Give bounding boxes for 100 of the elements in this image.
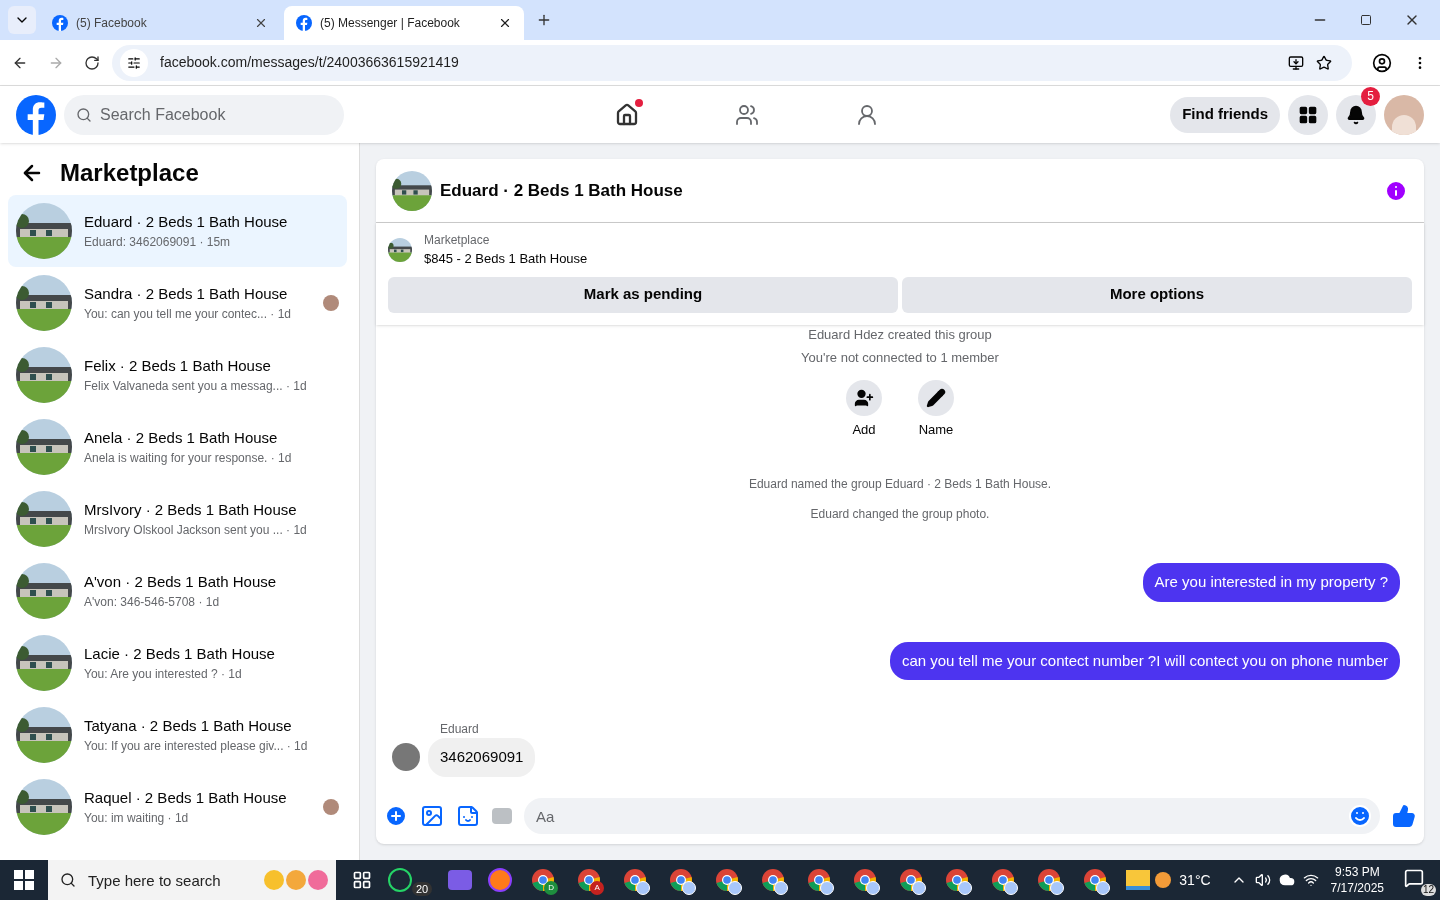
profile-icon bbox=[866, 881, 881, 895]
conversation-preview: You: im waiting · 1d bbox=[84, 810, 190, 828]
volume-icon[interactable] bbox=[1254, 872, 1271, 888]
star-icon[interactable] bbox=[1316, 54, 1332, 71]
chat-title: Eduard · 2 Beds 1 Bath House bbox=[440, 179, 684, 202]
notifications-icon[interactable] bbox=[1404, 868, 1424, 888]
profile-icon bbox=[774, 881, 789, 895]
sender-name: Eduard bbox=[440, 721, 480, 738]
conversation-preview: You: Are you interested ? · 1d bbox=[84, 666, 243, 684]
conversation-item[interactable]: Tatyana · 2 Beds 1 Bath House You: If you are interested please giv... · 1d bbox=[8, 699, 347, 771]
listing-label: Marketplace bbox=[424, 232, 491, 249]
maximize-icon[interactable] bbox=[1360, 14, 1372, 26]
search-icon bbox=[60, 872, 76, 888]
windows-icon[interactable] bbox=[14, 870, 34, 890]
conversation-item[interactable]: Sandra · 2 Beds 1 Bath House You: can you tell me your contec... · 1d bbox=[8, 267, 347, 339]
conversation-item[interactable]: Eduard · 2 Beds 1 Bath House Eduard: 3462069091 · 15m bbox=[8, 195, 347, 267]
incoming-message: 3462069091 bbox=[428, 738, 536, 777]
outgoing-message: Are you interested in my property ? bbox=[1142, 563, 1400, 602]
app-icon[interactable] bbox=[448, 870, 473, 890]
taskbar-search-field[interactable]: Type here to search bbox=[48, 860, 336, 900]
image-icon[interactable] bbox=[420, 804, 444, 828]
group-event: You're not connected to 1 member bbox=[801, 349, 999, 367]
conversation-preview: A'von: 346-546-5708 · 1d bbox=[84, 594, 221, 612]
conversation-title: Eduard · 2 Beds 1 Bath House bbox=[84, 211, 289, 232]
home-icon bbox=[615, 102, 640, 127]
site-settings-icon[interactable] bbox=[127, 55, 141, 70]
conversation-item[interactable]: Lacie · 2 Beds 1 Bath House You: Are you interested ? · 1d bbox=[8, 627, 347, 699]
conversation-item[interactable]: Anela · 2 Beds 1 Bath House Anela is waiting for your response. · 1d bbox=[8, 411, 347, 483]
conversation-title: Sandra · 2 Beds 1 Bath House bbox=[84, 283, 289, 304]
conversation-title: Raquel · 2 Beds 1 Bath House bbox=[84, 787, 288, 808]
profile-icon bbox=[728, 881, 743, 895]
close-icon[interactable] bbox=[498, 16, 512, 30]
add-person-button[interactable] bbox=[846, 379, 882, 416]
listing-action-button[interactable]: More options bbox=[902, 276, 1412, 313]
notification-count: 5 bbox=[1361, 86, 1380, 106]
temperature: 31°C bbox=[1179, 870, 1211, 890]
emoji-drawing bbox=[264, 868, 328, 892]
close-icon[interactable] bbox=[254, 16, 268, 30]
group-action-label: Name bbox=[917, 420, 955, 439]
like-icon[interactable] bbox=[1392, 804, 1416, 828]
sidebar-title: Marketplace bbox=[60, 158, 199, 188]
sticker-icon[interactable] bbox=[456, 804, 480, 828]
rename-button[interactable] bbox=[918, 379, 954, 416]
task-view-icon[interactable] bbox=[352, 870, 372, 890]
tab-title: (5) Facebook bbox=[76, 15, 148, 32]
conversation-title: Anela · 2 Beds 1 Bath House bbox=[84, 427, 279, 448]
message-field[interactable]: Aa bbox=[524, 798, 1380, 834]
install-icon[interactable] bbox=[1288, 54, 1304, 71]
conversation-title: A'von · 2 Beds 1 Bath House bbox=[84, 571, 278, 592]
conversation-title: MrsIvory · 2 Beds 1 Bath House bbox=[84, 499, 298, 520]
conversation-item[interactable]: A'von · 2 Beds 1 Bath House A'von: 346-546-5708 · 1d bbox=[8, 555, 347, 627]
conversation-preview: You: If you are interested please giv... · 1d bbox=[84, 738, 309, 756]
conversation-preview: Felix Valvaneda sent you a messag... · 1d bbox=[84, 378, 308, 396]
bell-icon bbox=[1346, 104, 1366, 125]
browser-tab[interactable]: (5) Facebook bbox=[40, 6, 280, 40]
conversation-preview: Eduard: 3462069091 · 15m bbox=[84, 234, 232, 252]
listing-action-button[interactable]: Mark as pending bbox=[388, 276, 898, 313]
profile-badge: A bbox=[590, 881, 605, 895]
sender-avatar bbox=[392, 743, 420, 772]
tab-title: (5) Messenger | Facebook bbox=[320, 15, 461, 32]
add-person-icon bbox=[854, 387, 874, 408]
profile-icon bbox=[682, 881, 697, 895]
facebook-icon bbox=[296, 15, 312, 31]
outgoing-message: can you tell me your contect number ?I will contect you on phone number bbox=[889, 641, 1400, 680]
search-field[interactable]: Search Facebook bbox=[64, 94, 344, 135]
profile-icon[interactable] bbox=[1372, 52, 1392, 73]
conversation-item[interactable]: MrsIvory · 2 Beds 1 Bath House MrsIvory Olskool Jackson sent you ... · 1d bbox=[8, 483, 347, 555]
conversation-item[interactable]: Raquel · 2 Beds 1 Bath House You: im waiting · 1d bbox=[8, 771, 347, 843]
new-tab-icon[interactable] bbox=[536, 12, 552, 28]
reload-icon[interactable] bbox=[84, 54, 100, 71]
group-action-label: Add bbox=[851, 420, 877, 439]
pencil-icon bbox=[926, 387, 946, 408]
cloud-icon[interactable] bbox=[1278, 872, 1295, 888]
address-bar[interactable]: facebook.com/messages/t/24003663615921419 bbox=[112, 44, 1352, 81]
group-event: Eduard Hdez created this group bbox=[808, 325, 992, 344]
tab-list-button[interactable] bbox=[8, 6, 36, 34]
plus-icon[interactable] bbox=[384, 804, 408, 828]
find-friends-button[interactable]: Find friends bbox=[1170, 96, 1280, 133]
conversation-preview: You: can you tell me your contec... · 1d bbox=[84, 306, 292, 324]
conversation-title: Tatyana · 2 Beds 1 Bath House bbox=[84, 715, 293, 736]
facebook-logo[interactable] bbox=[16, 94, 56, 135]
grid-icon bbox=[1298, 104, 1318, 125]
whatsapp-badge: 20 bbox=[412, 882, 433, 896]
wifi-icon[interactable] bbox=[1302, 872, 1319, 888]
profile-icon bbox=[1096, 881, 1111, 895]
conversation-item[interactable]: Felix · 2 Beds 1 Bath House Felix Valvaneda sent you a messag... · 1d bbox=[8, 339, 347, 411]
notice-text: Eduard named the group Eduard · 2 Beds 1 Bath House. bbox=[748, 476, 1052, 493]
profile-badge: D bbox=[544, 881, 559, 895]
notification-count: 12 bbox=[1420, 884, 1436, 896]
browser-tab[interactable]: (5) Messenger | Facebook bbox=[284, 6, 524, 40]
facebook-icon bbox=[52, 15, 68, 31]
menu-button[interactable] bbox=[1288, 94, 1328, 135]
profile-icon bbox=[1050, 881, 1065, 895]
url-text: facebook.com/messages/t/24003663615921419 bbox=[160, 53, 460, 72]
conversation-preview: MrsIvory Olskool Jackson sent you ... · 1d bbox=[84, 522, 308, 540]
profile-icon bbox=[636, 881, 651, 895]
notice-text: Eduard changed the group photo. bbox=[810, 506, 990, 523]
profile-icon bbox=[1004, 881, 1019, 895]
folder-icon[interactable] bbox=[1126, 870, 1151, 890]
conversation-preview: Anela is waiting for your response. · 1d bbox=[84, 450, 293, 468]
